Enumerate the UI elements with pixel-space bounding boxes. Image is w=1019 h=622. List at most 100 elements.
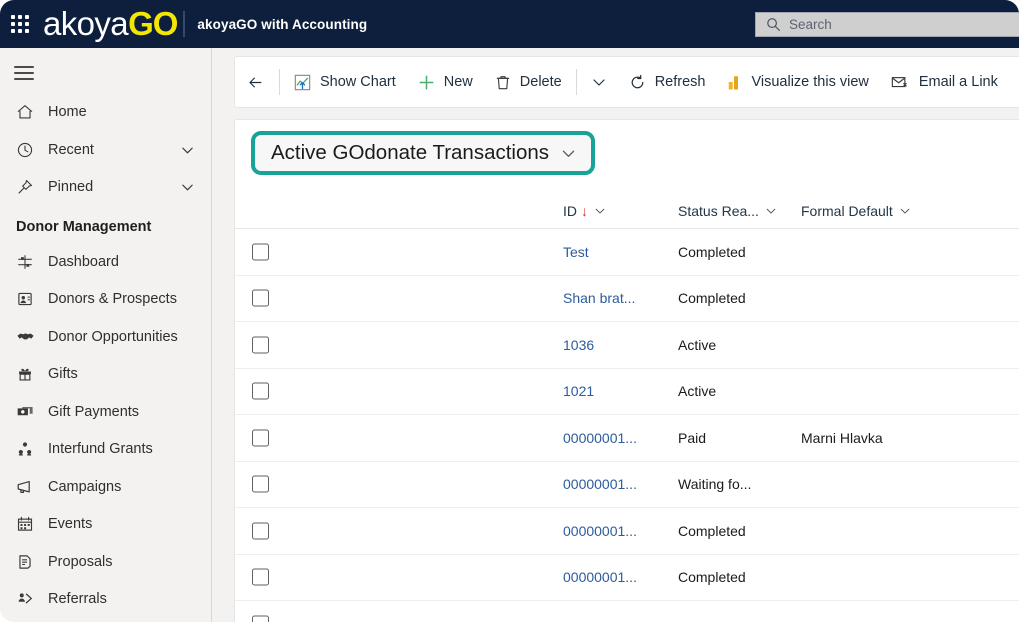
chevron-down-icon[interactable] — [180, 180, 195, 195]
refresh-button[interactable]: Refresh — [618, 57, 717, 107]
chevron-down-icon[interactable] — [560, 145, 577, 162]
search-box[interactable]: Search — [755, 12, 1019, 37]
gift-icon — [16, 365, 38, 383]
row-checkbox[interactable] — [252, 243, 269, 261]
column-header-formal-default[interactable]: Formal Default — [801, 203, 911, 219]
row-checkbox[interactable] — [252, 382, 269, 400]
row-checkbox[interactable] — [252, 522, 269, 540]
cell-status: Completed — [678, 243, 746, 260]
cell-status: Completed — [678, 290, 746, 307]
sidebar-item-interfund-grants[interactable]: Interfund Grants — [0, 430, 211, 468]
table-row[interactable]: 00000001... Completed No Ms. Shanlee Bra… — [235, 508, 1019, 555]
cell-id[interactable]: Test — [563, 244, 589, 260]
row-checkbox[interactable] — [252, 336, 269, 354]
delete-button[interactable]: Delete — [484, 57, 573, 107]
cell-status: Active — [678, 336, 717, 353]
back-arrow-icon — [246, 73, 265, 92]
bar-chart-icon — [727, 74, 742, 91]
sidebar-item-label: Referrals — [48, 591, 107, 608]
cell-status: Completed — [678, 522, 746, 539]
back-button[interactable] — [235, 57, 276, 107]
column-header-label: Status Rea... — [678, 202, 759, 219]
search-input-placeholder[interactable]: Search — [789, 17, 832, 32]
sidebar-item-label: Gift Payments — [48, 403, 140, 420]
row-checkbox[interactable] — [252, 615, 269, 622]
org-chart-icon — [16, 440, 38, 458]
dashboard-icon — [16, 253, 38, 271]
sidebar-item-gifts[interactable]: Gifts — [0, 355, 211, 393]
cell-id[interactable]: 00000001... — [563, 476, 637, 492]
document-icon — [16, 553, 38, 571]
cell-status: Active — [678, 383, 717, 400]
money-icon — [16, 403, 38, 421]
row-checkbox[interactable] — [252, 289, 269, 307]
table-row[interactable]: 00000001... Paid Marni Hlavka No — [235, 415, 1019, 462]
table-row[interactable]: Test Completed No Ms. Shanlee Brat — [235, 229, 1019, 276]
home-icon — [16, 103, 38, 121]
calendar-icon — [16, 515, 38, 533]
sidebar-item-events[interactable]: Events — [0, 505, 211, 543]
toolbar-divider — [575, 69, 577, 95]
sidebar-item-dashboard[interactable]: Dashboard — [0, 243, 211, 281]
sidebar-item-gift-payments[interactable]: Gift Payments — [0, 393, 211, 431]
sidebar-item-label: Interfund Grants — [48, 441, 153, 458]
show-chart-button[interactable]: Show Chart — [283, 57, 407, 107]
cell-id[interactable]: 1036 — [563, 337, 594, 353]
table-row[interactable]: 00000001... Waiting fo... No John Tomlin… — [235, 462, 1019, 508]
email-a-link-button[interactable]: Email a Link — [880, 57, 1009, 107]
column-header-id[interactable]: ID ↓ — [563, 203, 606, 219]
table-row[interactable]: 1036 Active No Zoey and Amy R — [235, 322, 1019, 369]
sidebar: Home Recent Pinned Donor Management Dash… — [0, 48, 212, 622]
command-bar: Show Chart New Delete Refresh Visualize … — [234, 56, 1019, 108]
chevron-down-icon[interactable] — [899, 205, 911, 217]
sidebar-item-recent[interactable]: Recent — [0, 131, 211, 169]
cell-id[interactable]: 00000001... — [563, 523, 637, 539]
table-header-row: ID ↓ Status Rea... Formal Default — [235, 193, 1019, 229]
sidebar-item-donor-opportunities[interactable]: Donor Opportunities — [0, 318, 211, 356]
chevron-down-icon[interactable] — [594, 205, 606, 217]
cell-status: Completed — [678, 569, 746, 586]
row-checkbox[interactable] — [252, 429, 269, 447]
sidebar-item-donors-and-prospects[interactable]: Donors & Prospects — [0, 280, 211, 318]
sort-descending-icon: ↓ — [581, 202, 588, 219]
grid-menu-icon[interactable] — [11, 15, 29, 33]
sidebar-item-campaigns[interactable]: Campaigns — [0, 468, 211, 506]
cell-status: Waiting fo... — [678, 476, 752, 493]
column-header-status-reason[interactable]: Status Rea... — [678, 203, 777, 219]
new-button[interactable]: New — [407, 57, 484, 107]
plus-icon — [418, 74, 435, 91]
column-header-label: Formal Default — [801, 202, 893, 219]
cell-id[interactable]: 00000001... — [563, 430, 637, 446]
sidebar-item-label: Recent — [48, 141, 94, 158]
sidebar-item-referrals[interactable]: Referrals — [0, 580, 211, 618]
cell-id[interactable]: 1021 — [563, 383, 594, 399]
cell-id[interactable]: 00000001... — [563, 569, 637, 585]
table-row[interactable]: 00000001... Completed No Ms. Shanlee Bra… — [235, 555, 1019, 601]
view-selector[interactable]: Active GOdonate Transactions — [251, 131, 596, 175]
sidebar-item-home[interactable]: Home — [0, 93, 211, 131]
sidebar-item-label: Campaigns — [48, 478, 122, 495]
sidebar-item-label: Donor Opportunities — [48, 328, 178, 345]
overflow-menu-button[interactable] — [580, 57, 618, 107]
grid-card: Active GOdonate Transactions ID ↓ Status… — [234, 119, 1019, 622]
chevron-down-icon[interactable] — [765, 205, 777, 217]
chevron-down-icon — [591, 74, 607, 90]
hamburger-icon[interactable] — [14, 66, 34, 80]
toolbar-divider — [279, 69, 280, 95]
visualize-this-view-button[interactable]: Visualize this view — [716, 57, 879, 107]
email-a-link-label: Email a Link — [918, 74, 998, 90]
row-checkbox[interactable] — [252, 475, 269, 493]
delete-label: Delete — [519, 74, 562, 90]
brand-logo[interactable]: akoyaGO — [43, 7, 178, 40]
chevron-down-icon[interactable] — [180, 142, 195, 157]
sidebar-item-label: Dashboard — [48, 253, 119, 270]
brand-divider — [183, 11, 186, 37]
sidebar-item-pinned[interactable]: Pinned — [0, 168, 211, 206]
table-row-partial[interactable] — [235, 601, 1019, 622]
row-checkbox[interactable] — [252, 568, 269, 586]
table-row[interactable]: 1021 Active No — [235, 369, 1019, 415]
cell-id[interactable]: Shan brat... — [563, 290, 635, 306]
column-header-label: ID — [563, 202, 577, 219]
table-row[interactable]: Shan brat... Completed No Ms. Shanlee Br… — [235, 276, 1019, 322]
sidebar-item-proposals[interactable]: Proposals — [0, 543, 211, 581]
